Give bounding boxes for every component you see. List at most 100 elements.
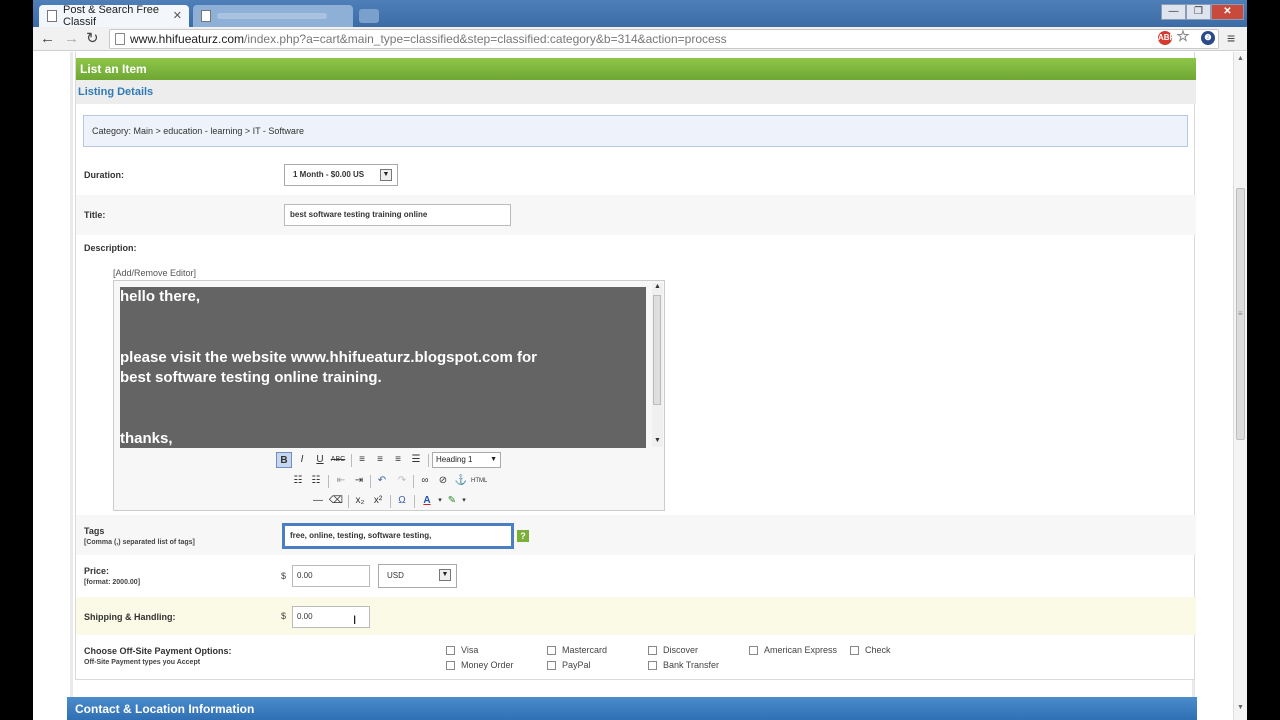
subscript-icon[interactable]: x₂ bbox=[352, 493, 368, 509]
tab-inactive[interactable] bbox=[193, 5, 353, 27]
editor-content[interactable]: hello there, please visit the website ww… bbox=[120, 287, 646, 448]
outdent-icon[interactable]: ⇤ bbox=[333, 473, 349, 489]
currency-symbol: $ bbox=[281, 571, 287, 581]
scroll-down-icon[interactable]: ▼ bbox=[654, 437, 661, 444]
undo-icon[interactable]: ↶ bbox=[374, 473, 390, 489]
close-window-button[interactable]: ✕ bbox=[1211, 4, 1244, 20]
payment-option-american-express[interactable]: American Express bbox=[749, 645, 837, 655]
checkbox[interactable] bbox=[547, 660, 556, 670]
scroll-up-icon[interactable]: ▲ bbox=[1237, 55, 1244, 62]
payment-option-mastercard[interactable]: Mastercard bbox=[547, 645, 607, 655]
toolbar-separator bbox=[414, 495, 415, 508]
payment-option-money-order[interactable]: Money Order bbox=[446, 660, 514, 670]
horizontal-rule-icon[interactable]: — bbox=[310, 493, 326, 509]
align-right-icon[interactable]: ≡ bbox=[390, 452, 406, 468]
duration-select[interactable]: 1 Month - $0.00 US ▼ bbox=[284, 164, 398, 186]
minimize-button[interactable]: — bbox=[1161, 4, 1186, 20]
add-remove-editor-link[interactable]: [Add/Remove Editor] bbox=[113, 268, 196, 278]
strikethrough-icon[interactable]: ABC bbox=[330, 452, 346, 468]
redo-icon[interactable]: ↷ bbox=[394, 473, 410, 489]
reload-icon[interactable]: ↻ bbox=[86, 30, 99, 48]
align-center-icon[interactable]: ≡ bbox=[372, 452, 388, 468]
payment-row: Choose Off-Site Payment Options: Off-Sit… bbox=[76, 635, 1196, 680]
checkbox[interactable] bbox=[749, 645, 758, 655]
url-path: /index.php?a=cart&main_type=classified&s… bbox=[244, 32, 727, 46]
list-item-header: List an Item bbox=[76, 58, 1196, 80]
category-breadcrumb: Category: Main > education - learning > … bbox=[83, 115, 1188, 147]
payment-option-paypal[interactable]: PayPal bbox=[547, 660, 591, 670]
menu-icon[interactable]: ≡ bbox=[1227, 31, 1235, 45]
back-arrow-icon[interactable]: ← bbox=[40, 30, 55, 48]
checkbox[interactable] bbox=[648, 645, 657, 655]
bullet-list-icon[interactable]: ☷ bbox=[290, 473, 306, 489]
payment-option-visa[interactable]: Visa bbox=[446, 645, 478, 655]
price-input[interactable]: 0.00 bbox=[292, 565, 370, 587]
scroll-down-icon[interactable]: ▼ bbox=[1237, 704, 1244, 711]
listing-details-heading: Listing Details bbox=[76, 80, 1196, 104]
editor-scrollbar[interactable]: ▲ ▼ bbox=[652, 283, 663, 447]
scrollbar-thumb[interactable]: ≡ bbox=[1236, 188, 1245, 440]
payment-option-discover[interactable]: Discover bbox=[648, 645, 698, 655]
underline-icon[interactable]: U bbox=[312, 452, 328, 468]
superscript-icon[interactable]: x² bbox=[370, 493, 386, 509]
payment-option-bank-transfer[interactable]: Bank Transfer bbox=[648, 660, 719, 670]
page-icon bbox=[115, 33, 125, 45]
toolbar-separator bbox=[413, 475, 414, 488]
editor-line: best software testing online training. bbox=[120, 369, 382, 386]
checkbox[interactable] bbox=[850, 645, 859, 655]
currency-symbol: $ bbox=[281, 611, 287, 621]
special-char-icon[interactable]: Ω bbox=[394, 493, 410, 509]
price-row: Price: [format: 2000.00] bbox=[76, 555, 1196, 597]
chevron-down-icon[interactable]: ▾ bbox=[456, 493, 472, 509]
adblock-icon[interactable]: ABP bbox=[1158, 31, 1175, 45]
scrollbar-thumb[interactable] bbox=[653, 295, 661, 405]
payment-option-check[interactable]: Check bbox=[850, 645, 891, 655]
tags-hint: [Comma (,) separated list of tags] bbox=[84, 539, 195, 546]
unlink-icon[interactable]: ⊘ bbox=[435, 473, 451, 489]
bookmark-star-icon[interactable]: ☆ bbox=[1176, 29, 1190, 45]
italic-icon[interactable]: I bbox=[294, 452, 310, 468]
anchor-icon[interactable]: ⚓ bbox=[453, 473, 469, 489]
shipping-input[interactable]: 0.00 bbox=[292, 606, 370, 628]
tab-close-icon[interactable]: ✕ bbox=[173, 9, 182, 22]
new-tab-button[interactable] bbox=[359, 9, 379, 23]
checkbox[interactable] bbox=[446, 660, 455, 670]
url-host: www.hhifueaturz.com bbox=[130, 32, 245, 46]
page-icon bbox=[201, 10, 211, 22]
forward-arrow-icon[interactable]: → bbox=[64, 30, 79, 48]
tags-input[interactable]: free, online, testing, software testing, bbox=[282, 523, 514, 549]
chevron-down-icon: ▼ bbox=[490, 456, 497, 463]
align-justify-icon[interactable]: ☰ bbox=[408, 452, 424, 468]
payment-label: Choose Off-Site Payment Options: bbox=[84, 646, 232, 656]
link-icon[interactable]: ∞ bbox=[417, 473, 433, 489]
numbered-list-icon[interactable]: ☷ bbox=[308, 473, 324, 489]
rich-text-editor: hello there, please visit the website ww… bbox=[113, 280, 665, 511]
contact-location-header: Contact & Location Information bbox=[67, 697, 1197, 720]
eraser-icon[interactable]: ⌫ bbox=[328, 493, 344, 509]
currency-select[interactable]: USD ▼ bbox=[378, 564, 457, 588]
scroll-up-icon[interactable]: ▲ bbox=[654, 283, 661, 290]
checkbox[interactable] bbox=[648, 660, 657, 670]
title-input[interactable]: best software testing training online bbox=[284, 204, 511, 226]
toolbar-separator bbox=[428, 454, 429, 467]
format-value: Heading 1 bbox=[436, 455, 473, 464]
tags-label: Tags bbox=[84, 526, 105, 536]
help-icon[interactable]: ? bbox=[517, 530, 529, 542]
browser-toolbar: ← → ↻ www.hhifueaturz.com/index.php?a=ca… bbox=[33, 27, 1247, 51]
format-select[interactable]: Heading 1 ▼ bbox=[432, 452, 501, 468]
page-scrollbar[interactable]: ▲ ≡ ▼ bbox=[1233, 52, 1247, 720]
page-content: List an Item Listing Details Category: M… bbox=[70, 52, 1196, 720]
editor-toolbar-row: ☷ ☷ ⇤ ⇥ ↶ ↷ ∞ ⊘ ⚓ HTML bbox=[114, 472, 666, 492]
maximize-button[interactable]: ❐ bbox=[1186, 4, 1211, 20]
currency-value: USD bbox=[387, 571, 404, 580]
address-bar[interactable]: www.hhifueaturz.com/index.php?a=cart&mai… bbox=[109, 29, 1219, 49]
duration-row: Duration: bbox=[76, 155, 1196, 195]
bold-icon[interactable]: B bbox=[276, 452, 292, 468]
html-source-icon[interactable]: HTML bbox=[471, 473, 487, 489]
checkbox[interactable] bbox=[547, 645, 556, 655]
indent-icon[interactable]: ⇥ bbox=[351, 473, 367, 489]
tab-active[interactable]: Post & Search Free Classif ✕ bbox=[39, 4, 189, 28]
checkbox[interactable] bbox=[446, 645, 455, 655]
align-left-icon[interactable]: ≡ bbox=[354, 452, 370, 468]
extension-icon[interactable]: ❷ bbox=[1201, 31, 1215, 45]
